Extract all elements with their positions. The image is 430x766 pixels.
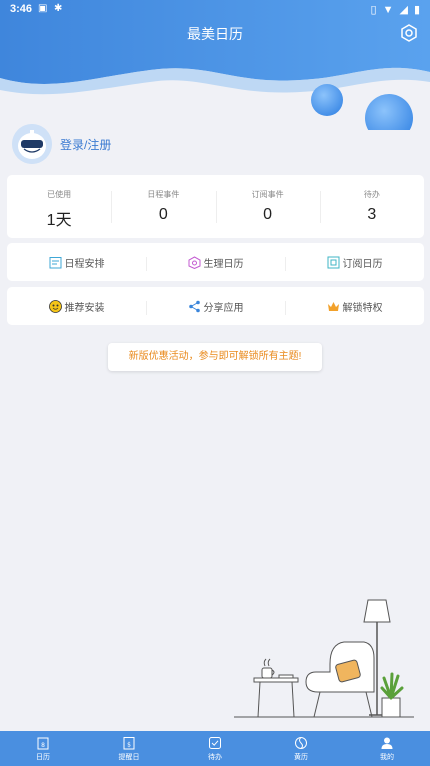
feature-row-calendars: 日程安排 生理日历 订阅日历 — [7, 243, 424, 281]
stat-subscribed-events[interactable]: 订阅事件 0 — [215, 175, 320, 238]
settings-icon[interactable] — [400, 24, 418, 42]
bottom-tab-bar: 8 日历 $ 提醒日 待办 黄历 我的 — [0, 731, 430, 766]
recommend-install-label: 推荐安装 — [64, 302, 105, 314]
almanac-icon — [295, 736, 307, 749]
stat-value: 0 — [263, 206, 273, 223]
stat-schedule-events[interactable]: 日程事件 0 — [111, 175, 215, 238]
crown-icon — [327, 301, 339, 311]
period-icon — [188, 255, 200, 269]
battery-icon: ▮ — [413, 4, 420, 16]
subscribe-calendar-button[interactable]: 订阅日历 — [285, 255, 424, 271]
schedule-label: 日程安排 — [64, 258, 105, 270]
period-calendar-label: 生理日历 — [203, 258, 244, 270]
status-icons: ▯ ▼ ◢ ▮ — [370, 3, 420, 17]
unlock-privilege-label: 解锁特权 — [342, 302, 383, 314]
stat-label: 已使用 — [47, 190, 72, 199]
todo-icon — [209, 736, 221, 749]
page-title: 最美日历 — [187, 26, 243, 42]
status-time: 3:46 — [10, 3, 33, 15]
tab-calendar[interactable]: 8 日历 — [0, 731, 86, 766]
signal-icon: ◢ — [399, 4, 408, 16]
tab-label: 待办 — [208, 753, 222, 761]
tab-label: 我的 — [380, 753, 394, 761]
recommend-install-button[interactable]: 推荐安装 — [7, 299, 146, 314]
tab-label: 日历 — [36, 753, 50, 761]
subscribe-icon — [327, 256, 339, 268]
feature-row-extras: 推荐安装 分享应用 解锁特权 — [7, 287, 424, 325]
tab-almanac[interactable]: 黄历 — [258, 731, 344, 766]
calendar-icon: 8 — [37, 737, 49, 749]
stat-value: 0 — [158, 206, 168, 223]
share-icon — [188, 300, 200, 312]
stat-days-used: 已使用 1天 — [7, 175, 111, 238]
login-register-link[interactable]: 登录/注册 — [60, 136, 111, 153]
promo-banner[interactable]: 新版优惠活动，参与即可解锁所有主题! — [108, 343, 322, 371]
share-app-label: 分享应用 — [203, 302, 244, 314]
bug-icon: ✱ — [54, 3, 63, 14]
room-illustration — [234, 599, 414, 718]
recommend-icon — [48, 299, 62, 313]
robot-avatar-icon — [12, 124, 52, 164]
status-bar: 3:46 ▣ ✱ ▯ ▼ ◢ ▮ — [0, 0, 430, 20]
stat-label: 订阅事件 — [251, 190, 284, 199]
wifi-icon: ▼ — [382, 3, 394, 16]
subscribe-calendar-label: 订阅日历 — [342, 258, 383, 270]
avatar[interactable] — [12, 124, 52, 164]
stat-label: 日程事件 — [147, 190, 180, 199]
tab-label: 提醒日 — [118, 753, 140, 761]
stat-todo[interactable]: 待办 3 — [319, 175, 424, 238]
period-calendar-button[interactable]: 生理日历 — [146, 255, 285, 271]
profile-icon — [381, 737, 393, 749]
reminder-icon: $ — [123, 736, 135, 749]
stats-card: 已使用 1天 日程事件 0 订阅事件 0 待办 3 — [7, 175, 424, 238]
user-section[interactable]: 登录/注册 — [12, 124, 111, 164]
vibrate-icon: ▯ — [370, 4, 377, 16]
svg-text:$: $ — [127, 741, 131, 748]
notification-icon: ▣ — [38, 3, 48, 14]
tab-todo[interactable]: 待办 — [172, 731, 258, 766]
stat-value: 1天 — [46, 212, 72, 229]
header: 3:46 ▣ ✱ ▯ ▼ ◢ ▮ 最美日历 — [0, 0, 430, 130]
schedule-icon — [49, 256, 61, 268]
share-app-button[interactable]: 分享应用 — [146, 299, 285, 315]
stat-value: 3 — [367, 206, 377, 223]
stat-label: 待办 — [363, 190, 380, 199]
unlock-privilege-button[interactable]: 解锁特权 — [285, 299, 424, 315]
tab-reminder[interactable]: $ 提醒日 — [86, 731, 172, 766]
svg-text:8: 8 — [41, 742, 45, 749]
tab-profile[interactable]: 我的 — [344, 731, 430, 766]
tab-label: 黄历 — [294, 753, 308, 761]
schedule-button[interactable]: 日程安排 — [7, 255, 146, 270]
